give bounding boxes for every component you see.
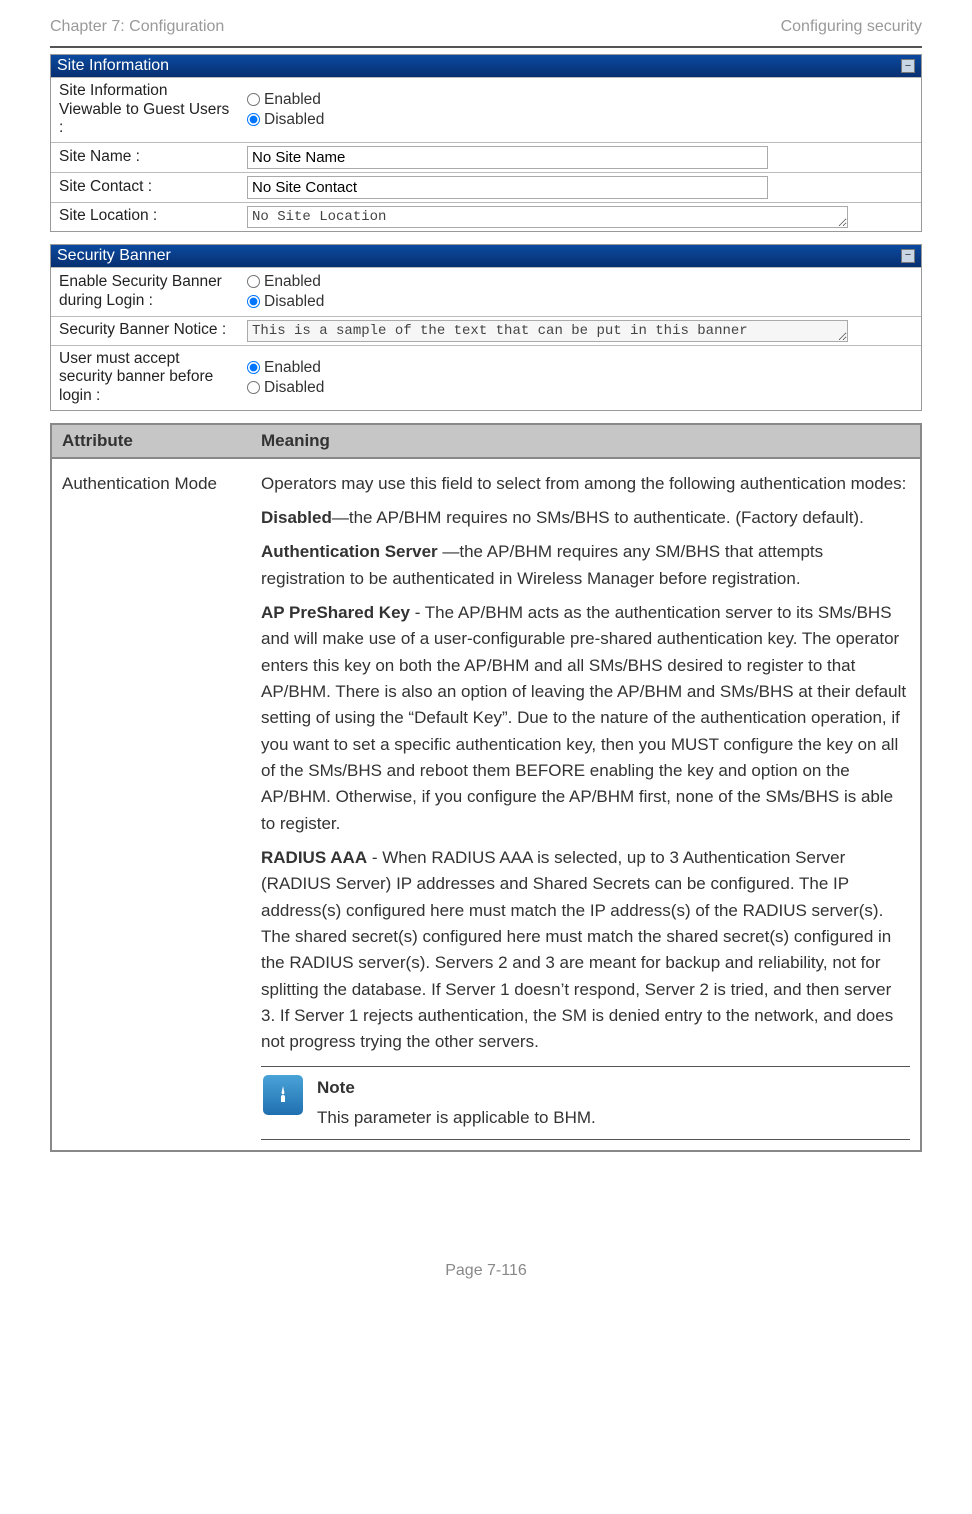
table-row: Authentication Mode Operators may use th… [51, 458, 921, 1152]
site-viewable-disabled-radio[interactable] [247, 113, 260, 126]
header-rule [50, 46, 922, 48]
page-header: Chapter 7: Configuration Configuring sec… [50, 18, 922, 36]
note-title: Note [317, 1075, 908, 1101]
note-box: Note This parameter is applicable to BHM… [261, 1066, 910, 1141]
accept-banner-label: User must accept security banner before … [51, 346, 241, 410]
security-banner-panel: Security Banner − Enable Security Banner… [50, 244, 922, 411]
collapse-icon[interactable]: − [901, 59, 915, 73]
col-attribute: Attribute [51, 424, 251, 458]
site-contact-label: Site Contact : [51, 173, 241, 202]
note-icon [263, 1075, 303, 1115]
attribute-table: Attribute Meaning Authentication Mode Op… [50, 423, 922, 1153]
site-name-label: Site Name : [51, 143, 241, 172]
site-info-title-bar: Site Information − [51, 55, 921, 77]
security-banner-title: Security Banner [57, 247, 171, 265]
enable-banner-radio-group: Enabled Disabled [247, 271, 324, 313]
enable-banner-disabled-radio[interactable] [247, 295, 260, 308]
accept-banner-disabled-radio[interactable] [247, 381, 260, 394]
note-body: This parameter is applicable to BHM. [317, 1105, 908, 1131]
site-name-input[interactable] [247, 146, 768, 169]
security-banner-title-bar: Security Banner − [51, 245, 921, 267]
header-right: Configuring security [781, 18, 922, 36]
collapse-icon[interactable]: − [901, 249, 915, 263]
site-information-panel: Site Information − Site Information View… [50, 54, 922, 232]
attr-meaning: Operators may use this field to select f… [251, 458, 921, 1152]
site-contact-input[interactable] [247, 176, 768, 199]
meaning-intro: Operators may use this field to select f… [261, 471, 910, 497]
enable-banner-label: Enable Security Banner during Login : [51, 268, 241, 316]
accept-banner-radio-group: Enabled Disabled [247, 357, 324, 399]
site-location-input[interactable] [247, 206, 848, 228]
site-viewable-enabled-radio[interactable] [247, 93, 260, 106]
accept-banner-enabled-radio[interactable] [247, 361, 260, 374]
site-info-title: Site Information [57, 57, 169, 75]
site-viewable-label: Site Information Viewable to Guest Users… [51, 78, 241, 142]
banner-notice-input[interactable] [247, 320, 848, 342]
enable-banner-enabled-radio[interactable] [247, 275, 260, 288]
site-location-label: Site Location : [51, 203, 241, 231]
page-footer: Page 7-116 [50, 1262, 922, 1280]
col-meaning: Meaning [251, 424, 921, 458]
header-left: Chapter 7: Configuration [50, 18, 224, 36]
attr-name: Authentication Mode [51, 458, 251, 1152]
site-viewable-radio-group: Enabled Disabled [247, 89, 324, 131]
banner-notice-label: Security Banner Notice : [51, 317, 241, 345]
